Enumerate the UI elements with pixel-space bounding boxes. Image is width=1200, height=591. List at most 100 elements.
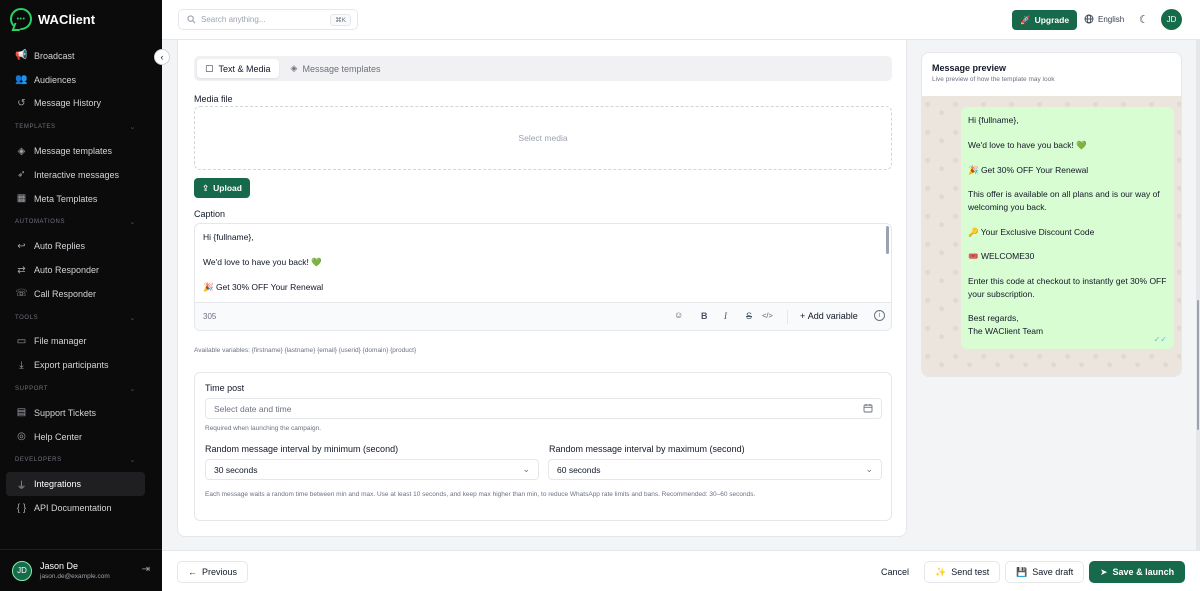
sidebar-item-message-history[interactable]: ↺ Message History bbox=[0, 92, 162, 116]
code-button[interactable]: </> bbox=[762, 311, 773, 320]
ticket-icon: ▤ bbox=[16, 407, 27, 419]
logout-icon[interactable]: ⇥ bbox=[142, 564, 150, 575]
time-post-hint: Required when launching the campaign. bbox=[205, 425, 321, 432]
sidebar-section-support[interactable]: SUPPORT ⌄ bbox=[0, 377, 162, 401]
sidebar-item-label: Interactive messages bbox=[34, 169, 120, 180]
section-title: TOOLS bbox=[15, 314, 39, 321]
sidebar-item-label: Auto Replies bbox=[34, 241, 86, 252]
sidebar-item-label: Export participants bbox=[34, 360, 109, 371]
sidebar-section-templates[interactable]: TEMPLATES ⌄ bbox=[0, 115, 162, 139]
previous-button[interactable]: ← Previous bbox=[177, 561, 249, 583]
chevron-down-icon: ⌄ bbox=[129, 386, 136, 394]
sparkles-icon: ✨ bbox=[935, 566, 947, 577]
sidebar-item-file-manager[interactable]: ▭ File manager bbox=[0, 330, 162, 354]
sidebar-item-support-tickets[interactable]: ▤ Support Tickets bbox=[0, 401, 162, 425]
info-icon[interactable]: i bbox=[874, 310, 885, 321]
calendar-icon bbox=[863, 404, 873, 413]
caption-toolbar: 305 ☺ B I S </> + Add variable i bbox=[195, 302, 891, 330]
sidebar-item-help-center[interactable]: ◎ Help Center bbox=[0, 425, 162, 449]
sidebar-item-label: Audiences bbox=[34, 74, 77, 85]
sidebar-item-interactive-messages[interactable]: ➶ Interactive messages bbox=[0, 163, 162, 187]
cancel-button[interactable]: Cancel bbox=[871, 561, 920, 583]
megaphone-icon: 📢 bbox=[15, 50, 28, 62]
top-header: ⌘K 🚀 Upgrade English ☾ JD bbox=[162, 0, 1200, 40]
lifebuoy-icon: ◎ bbox=[17, 431, 26, 443]
sidebar-section-developers[interactable]: DEVELOPERS ⌄ bbox=[0, 449, 162, 473]
preview-title: Message preview bbox=[932, 63, 1007, 73]
section-title: TEMPLATES bbox=[15, 124, 56, 131]
character-count: 305 bbox=[203, 312, 217, 321]
preview-line: Enter this code at checkout to instantly… bbox=[968, 276, 1167, 299]
save-launch-button[interactable]: ➤ Save & launch bbox=[1089, 561, 1186, 583]
sidebar-item-api-documentation[interactable]: { } API Documentation bbox=[0, 496, 162, 520]
collapse-sidebar-button[interactable]: ‹ bbox=[154, 49, 170, 65]
caption-editor[interactable]: Hi {fullname}, We'd love to have you back… bbox=[194, 223, 892, 331]
page-scrollbar[interactable] bbox=[1196, 40, 1200, 550]
pointer-icon: ➶ bbox=[17, 169, 26, 181]
sidebar-item-export-participants[interactable]: ⤓ Export participants bbox=[0, 353, 162, 377]
time-post-input[interactable]: Select date and time bbox=[205, 398, 882, 419]
sidebar-item-call-responder[interactable]: ☏ Call Responder bbox=[0, 282, 162, 306]
italic-button[interactable]: I bbox=[724, 311, 727, 321]
arrow-left-icon: ← bbox=[188, 567, 197, 577]
upgrade-button[interactable]: 🚀 Upgrade bbox=[1012, 10, 1078, 30]
search-input[interactable] bbox=[201, 15, 321, 24]
max-interval-select[interactable]: 60 seconds ⌄ bbox=[548, 459, 882, 480]
brand[interactable]: ••• WAClient bbox=[10, 8, 95, 30]
message-bubble: Hi {fullname}, We'd love to have you back… bbox=[961, 107, 1174, 349]
history-icon: ↺ bbox=[17, 97, 26, 109]
user-email: jason.de@example.com bbox=[40, 573, 110, 580]
read-ticks-icon: ✓✓ bbox=[1153, 334, 1167, 344]
sidebar-section-automations[interactable]: AUTOMATIONS ⌄ bbox=[0, 211, 162, 235]
caption-label: Caption bbox=[194, 209, 226, 219]
tab-message-templates[interactable]: ◈ Message templates bbox=[283, 59, 389, 78]
section-title: SUPPORT bbox=[15, 386, 49, 393]
max-interval-label: Random message interval by maximum (seco… bbox=[549, 444, 745, 454]
toolbar-divider bbox=[787, 310, 788, 324]
upload-button[interactable]: ⇪ Upload bbox=[194, 178, 250, 198]
search-icon bbox=[187, 15, 196, 24]
user-avatar: JD bbox=[12, 560, 32, 581]
caption-textarea[interactable]: Hi {fullname}, We'd love to have you back… bbox=[195, 224, 891, 304]
sidebar-item-integrations[interactable]: ⏚ Integrations bbox=[6, 472, 145, 497]
interval-hint: Each message waits a random time between… bbox=[205, 491, 756, 498]
send-test-button[interactable]: ✨ Send test bbox=[924, 561, 1001, 583]
sidebar-item-audiences[interactable]: 👥 Audiences bbox=[0, 68, 162, 92]
sidebar-section-tools[interactable]: TOOLS ⌄ bbox=[0, 306, 162, 330]
layout-icon: ▦ bbox=[16, 193, 27, 205]
sidebar-item-auto-responder[interactable]: ⇄ Auto Responder bbox=[0, 258, 162, 282]
min-interval-select[interactable]: 30 seconds ⌄ bbox=[205, 459, 539, 480]
media-dropzone[interactable]: Select media bbox=[194, 106, 892, 170]
sidebar-item-broadcast[interactable]: 📢 Broadcast bbox=[0, 44, 162, 68]
sidebar-item-auto-replies[interactable]: ↩ Auto Replies bbox=[0, 234, 162, 258]
preview-line: The WAClient Team bbox=[968, 325, 1044, 336]
folder-icon: ▭ bbox=[16, 335, 27, 347]
rocket-icon: 🚀 bbox=[1020, 14, 1031, 25]
schedule-panel: Time post Select date and time Required … bbox=[194, 372, 892, 521]
tab-text-media[interactable]: ▢ Text & Media bbox=[197, 59, 279, 78]
user-name: Jason De bbox=[40, 561, 79, 571]
theme-toggle-moon-icon[interactable]: ☾ bbox=[1139, 13, 1149, 26]
sidebar-item-meta-templates[interactable]: ▦ Meta Templates bbox=[0, 187, 162, 211]
available-variables: Available variables: {firstname} {lastna… bbox=[194, 347, 417, 354]
search-box[interactable]: ⌘K bbox=[178, 9, 358, 30]
strikethrough-button[interactable]: S bbox=[746, 311, 752, 321]
send-icon: ➤ bbox=[1100, 566, 1108, 577]
sidebar: ••• WAClient 📢 Broadcast 👥 Audiences ↺ Messag… bbox=[0, 0, 162, 591]
bold-button[interactable]: B bbox=[701, 311, 708, 321]
globe-icon bbox=[1084, 14, 1094, 24]
layers-icon: ◈ bbox=[17, 145, 26, 157]
upload-icon: ⇪ bbox=[202, 182, 210, 193]
user-profile[interactable]: JD Jason De jason.de@example.com ⇥ bbox=[0, 549, 162, 591]
sidebar-item-label: Integrations bbox=[34, 479, 82, 490]
caption-scrollbar[interactable] bbox=[886, 226, 889, 254]
language-selector[interactable]: English bbox=[1084, 14, 1124, 24]
save-draft-button[interactable]: 💾 Save draft bbox=[1005, 561, 1085, 583]
time-post-label: Time post bbox=[205, 383, 245, 393]
add-variable-button[interactable]: + Add variable bbox=[800, 311, 858, 321]
sidebar-item-label: Meta Templates bbox=[34, 193, 98, 204]
sidebar-item-message-templates[interactable]: ◈ Message templates bbox=[0, 139, 162, 163]
emoji-icon[interactable]: ☺ bbox=[674, 310, 683, 320]
sidebar-item-label: Call Responder bbox=[34, 288, 97, 299]
header-avatar[interactable]: JD bbox=[1161, 9, 1182, 30]
